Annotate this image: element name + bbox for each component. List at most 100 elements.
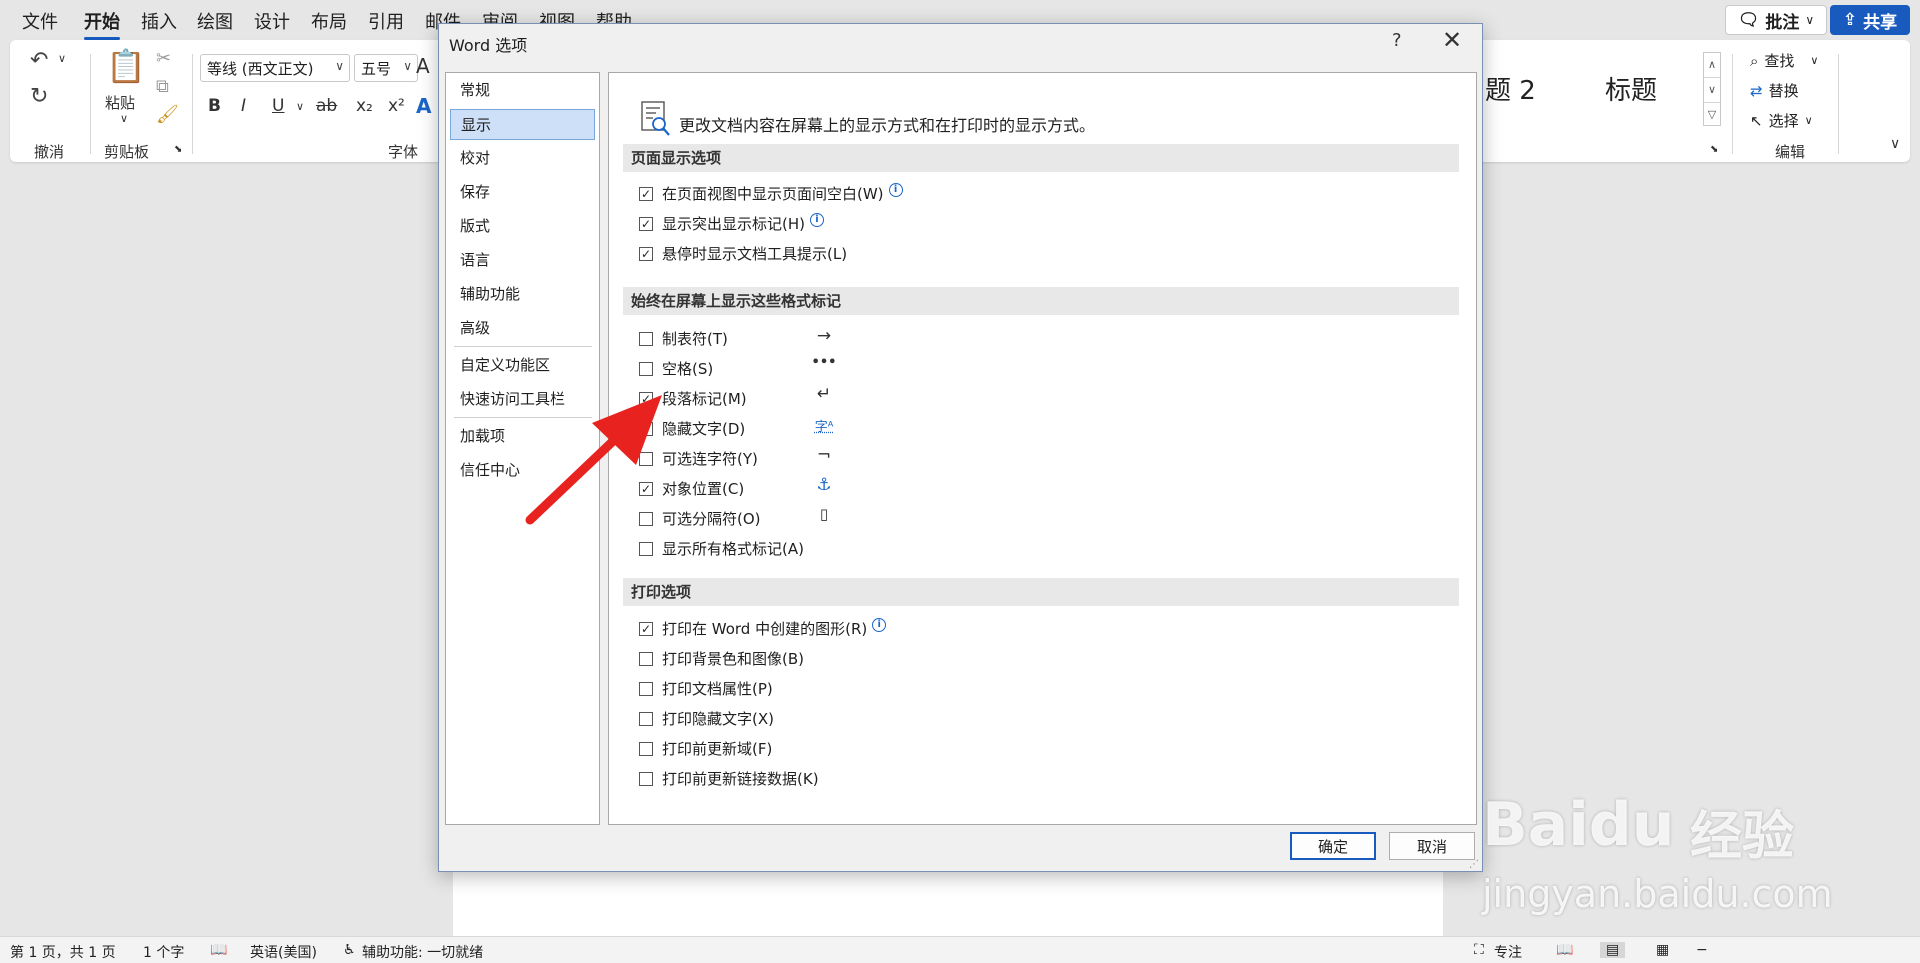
- option-show-all-marks[interactable]: 显示所有格式标记(A): [639, 538, 804, 559]
- info-icon[interactable]: i: [809, 212, 824, 227]
- nav-item-language[interactable]: 语言: [450, 245, 595, 276]
- baidu-watermark: Baidu 经验 jingyan.baidu.com: [1480, 750, 1900, 960]
- replace-button[interactable]: ⇄ 替换: [1750, 80, 1799, 101]
- checkbox[interactable]: [639, 651, 653, 666]
- find-button[interactable]: ⌕ 查找 ∨: [1750, 50, 1818, 71]
- replace-icon: ⇄: [1750, 81, 1763, 100]
- underline-icon[interactable]: U: [272, 96, 284, 116]
- tab-layout[interactable]: 布局: [311, 8, 347, 34]
- tab-file[interactable]: 文件: [22, 8, 58, 34]
- tab-home[interactable]: 开始: [84, 8, 120, 40]
- checkbox[interactable]: ✓: [639, 246, 653, 261]
- document-page[interactable]: [453, 870, 1443, 942]
- option-spaces[interactable]: 空格(S): [639, 358, 713, 379]
- clipboard-launcher-icon[interactable]: ⬊: [174, 144, 182, 155]
- style-heading-2[interactable]: 题 2: [1485, 70, 1536, 107]
- resize-grip-icon[interactable]: ⋰: [1469, 859, 1479, 870]
- styles-launcher-icon[interactable]: ⬊: [1710, 144, 1718, 155]
- section-print-options: 打印选项: [623, 578, 1459, 606]
- comment-label: 批注: [1765, 12, 1800, 33]
- comment-button[interactable]: 🗨 批注 ∨: [1725, 5, 1827, 35]
- cut-icon[interactable]: ✂: [156, 50, 171, 68]
- tab-references[interactable]: 引用: [368, 8, 404, 34]
- checkbox[interactable]: [639, 361, 653, 376]
- undo-dropdown-icon[interactable]: ∨: [58, 52, 66, 65]
- clipboard-group-label: 剪贴板: [104, 143, 150, 161]
- bold-icon[interactable]: B: [208, 96, 221, 116]
- option-label: 打印隐藏文字(X): [662, 710, 774, 728]
- paste-dropdown-icon[interactable]: ∨: [120, 112, 128, 125]
- chevron-down-icon[interactable]: ∨: [1704, 78, 1720, 103]
- word-count[interactable]: 1 个字: [143, 942, 184, 962]
- info-icon[interactable]: i: [872, 617, 887, 632]
- chevron-up-icon[interactable]: ∧: [1704, 53, 1720, 78]
- nav-item-typography[interactable]: 版式: [450, 211, 595, 242]
- ribbon-separator: [1732, 54, 1733, 154]
- checkbox[interactable]: ✓: [639, 186, 653, 201]
- checkbox[interactable]: [639, 771, 653, 786]
- search-icon: ⌕: [1750, 51, 1759, 70]
- option-print-background[interactable]: 打印背景色和图像(B): [639, 648, 804, 669]
- nav-item-customize-ribbon[interactable]: 自定义功能区: [450, 350, 595, 381]
- subscript-icon[interactable]: x₂: [356, 96, 373, 116]
- undo-icon[interactable]: ↶: [30, 50, 48, 72]
- checkbox[interactable]: [639, 681, 653, 696]
- option-show-highlighter[interactable]: ✓ 显示突出显示标记(H) i: [639, 212, 824, 234]
- chevron-down-icon: ∨: [335, 59, 344, 73]
- styles-more-icon[interactable]: ▽: [1704, 103, 1720, 127]
- paste-label[interactable]: 粘贴: [105, 92, 135, 113]
- nav-item-proofing[interactable]: 校对: [450, 143, 595, 174]
- language-status[interactable]: 英语(美国): [250, 942, 317, 962]
- option-print-hidden-text[interactable]: 打印隐藏文字(X): [639, 708, 774, 729]
- italic-icon[interactable]: I: [241, 96, 246, 116]
- tab-design[interactable]: 设计: [254, 8, 290, 34]
- format-painter-icon[interactable]: 🖌: [156, 106, 179, 124]
- cancel-button[interactable]: 取消: [1389, 832, 1475, 860]
- tab-insert[interactable]: 插入: [141, 8, 177, 34]
- option-label: 隐藏文字(D): [662, 420, 746, 438]
- text-effects-icon[interactable]: A: [416, 94, 431, 118]
- select-button[interactable]: ↖ 选择 ∨: [1750, 110, 1813, 131]
- option-show-whitespace[interactable]: ✓ 在页面视图中显示页面间空白(W) i: [639, 182, 903, 204]
- font-name-combo[interactable]: 等线 (西文正文) ∨: [200, 54, 350, 82]
- share-button[interactable]: ⇪ 共享: [1830, 5, 1910, 35]
- copy-icon[interactable]: ⧉: [156, 78, 169, 96]
- option-print-drawings[interactable]: ✓ 打印在 Word 中创建的图形(R) i: [639, 617, 887, 639]
- checkbox[interactable]: [639, 711, 653, 726]
- nav-item-advanced[interactable]: 高级: [450, 313, 595, 344]
- style-title[interactable]: 标题: [1605, 70, 1657, 107]
- redo-icon[interactable]: ↻: [30, 86, 48, 108]
- underline-dropdown-icon[interactable]: ∨: [296, 100, 304, 113]
- nav-item-display[interactable]: 显示: [450, 109, 595, 140]
- accessibility-status[interactable]: 辅助功能: 一切就绪: [362, 942, 483, 962]
- checkbox[interactable]: ✓: [639, 216, 653, 231]
- option-update-fields[interactable]: 打印前更新域(F): [639, 738, 772, 759]
- watermark-brand: Baidu: [1482, 790, 1675, 860]
- option-label: 可选连字符(Y): [662, 450, 758, 468]
- checkbox[interactable]: ✓: [639, 621, 653, 636]
- checkbox[interactable]: [639, 741, 653, 756]
- paste-icon[interactable]: 📋: [106, 50, 146, 82]
- font-size-combo[interactable]: 五号 ∨: [354, 54, 418, 82]
- checkbox[interactable]: [639, 331, 653, 346]
- info-icon[interactable]: i: [888, 182, 903, 197]
- checkbox[interactable]: [639, 541, 653, 556]
- nav-item-save[interactable]: 保存: [450, 177, 595, 208]
- close-icon[interactable]: ✕: [1442, 26, 1462, 54]
- nav-item-general[interactable]: 常规: [450, 75, 595, 106]
- option-update-links[interactable]: 打印前更新链接数据(K): [639, 768, 819, 789]
- grow-font-icon[interactable]: A: [416, 54, 430, 78]
- option-print-properties[interactable]: 打印文档属性(P): [639, 678, 773, 699]
- proofing-icon[interactable]: 📖: [210, 942, 227, 958]
- collapse-ribbon-icon[interactable]: ∨: [1890, 136, 1900, 152]
- option-show-tooltips[interactable]: ✓ 悬停时显示文档工具提示(L): [639, 243, 847, 264]
- strikethrough-icon[interactable]: ab: [316, 96, 337, 116]
- nav-item-accessibility[interactable]: 辅助功能: [450, 279, 595, 310]
- option-tab-characters[interactable]: 制表符(T): [639, 328, 728, 349]
- help-icon[interactable]: ?: [1392, 30, 1402, 51]
- page-count[interactable]: 第 1 页，共 1 页: [10, 942, 116, 962]
- option-label: 打印前更新链接数据(K): [662, 770, 819, 788]
- superscript-icon[interactable]: x²: [388, 96, 405, 116]
- tab-draw[interactable]: 绘图: [197, 8, 233, 34]
- ok-button[interactable]: 确定: [1290, 832, 1376, 860]
